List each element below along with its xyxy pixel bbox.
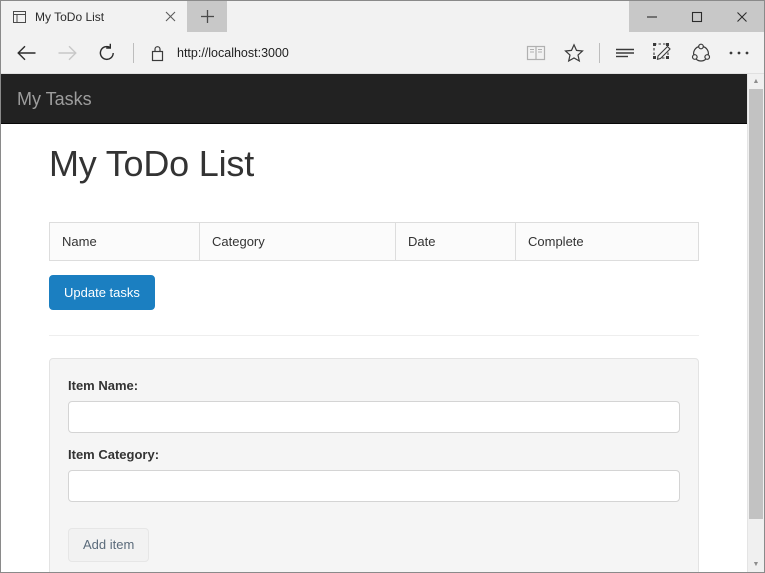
new-tab-button[interactable] (187, 1, 227, 32)
window-controls (629, 1, 764, 32)
item-category-label: Item Category: (68, 447, 680, 464)
item-category-input[interactable] (68, 470, 680, 502)
close-window-button[interactable] (719, 1, 764, 32)
address-bar[interactable]: http://localhost:3000 (140, 33, 517, 73)
column-header-date: Date (396, 222, 516, 260)
page-scrollbar[interactable]: ▲ ▼ (747, 74, 764, 572)
browser-tab-title: My ToDo List (35, 10, 161, 24)
column-header-name: Name (50, 222, 200, 260)
minimize-button[interactable] (629, 1, 674, 32)
item-category-field-group: Item Category: (68, 447, 680, 502)
table-header-row: Name Category Date Complete (50, 222, 699, 260)
scrollbar-up-arrow[interactable]: ▲ (748, 74, 764, 89)
web-note-icon[interactable] (644, 33, 682, 73)
item-name-input[interactable] (68, 401, 680, 433)
page-viewport: My Tasks My ToDo List Name Category Date… (1, 74, 764, 572)
share-icon[interactable] (682, 33, 720, 73)
column-header-category: Category (200, 222, 396, 260)
site-navbar: My Tasks (1, 74, 747, 124)
page-title: My ToDo List (49, 144, 715, 184)
item-name-label: Item Name: (68, 378, 680, 395)
browser-page-icon (11, 9, 27, 25)
browser-tab-my-todo-list[interactable]: My ToDo List (1, 1, 187, 32)
column-header-complete: Complete (516, 222, 699, 260)
add-item-button[interactable]: Add item (68, 528, 149, 562)
back-arrow-icon[interactable] (7, 33, 47, 73)
hub-icon[interactable] (606, 33, 644, 73)
scrollbar-down-arrow[interactable]: ▼ (748, 557, 764, 572)
browser-toolbar: http://localhost:3000 (1, 32, 764, 74)
reading-view-icon[interactable] (517, 33, 555, 73)
forward-arrow-icon[interactable] (47, 33, 87, 73)
add-item-panel: Item Name: Item Category: Add item (49, 358, 699, 572)
favorites-star-icon[interactable] (555, 33, 593, 73)
tasks-table: Name Category Date Complete (49, 222, 699, 261)
section-divider (49, 335, 699, 336)
more-settings-icon[interactable] (720, 33, 758, 73)
update-tasks-button[interactable]: Update tasks (49, 275, 155, 311)
url-text: http://localhost:3000 (174, 46, 289, 60)
web-page: My Tasks My ToDo List Name Category Date… (1, 74, 747, 572)
item-name-field-group: Item Name: (68, 378, 680, 433)
page-container: My ToDo List Name Category Date Complete (1, 144, 747, 572)
scrollbar-thumb[interactable] (749, 89, 763, 519)
tasks-table-head: Name Category Date Complete (50, 222, 699, 260)
browser-window: My ToDo List (0, 0, 765, 573)
tab-strip: My ToDo List (1, 1, 764, 32)
navbar-brand[interactable]: My Tasks (1, 90, 92, 108)
toolbar-separator-2 (599, 43, 600, 63)
maximize-button[interactable] (674, 1, 719, 32)
refresh-icon[interactable] (87, 33, 127, 73)
toolbar-separator (133, 43, 134, 63)
close-icon[interactable] (161, 8, 179, 26)
lock-icon (140, 33, 174, 73)
tasks-table-wrapper: Name Category Date Complete (49, 222, 699, 261)
